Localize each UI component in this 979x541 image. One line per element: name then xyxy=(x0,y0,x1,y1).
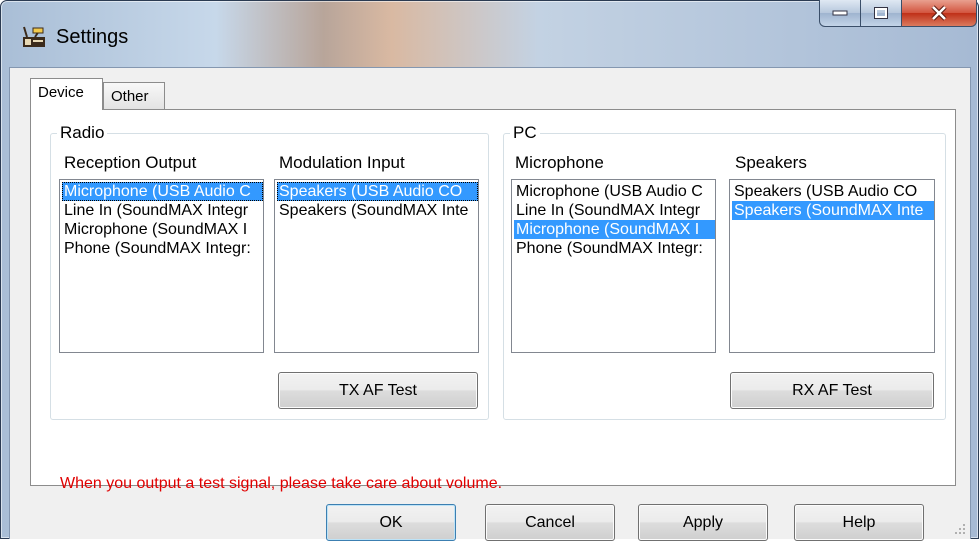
close-icon xyxy=(902,0,976,26)
window-title: Settings xyxy=(56,26,129,48)
reception-output-listbox[interactable]: Microphone (USB Audio C Line In (SoundMA… xyxy=(59,179,264,353)
list-item[interactable]: Microphone (SoundMAX I xyxy=(62,220,263,239)
pc-group-label: PC xyxy=(510,123,540,143)
apply-button[interactable]: Apply xyxy=(638,504,768,541)
microphone-label: Microphone xyxy=(515,153,604,172)
help-button[interactable]: Help xyxy=(794,504,924,541)
settings-window: Settings Device Other Radio Reception Ou… xyxy=(0,0,979,541)
speakers-label: Speakers xyxy=(735,153,807,172)
list-item[interactable]: Speakers (USB Audio CO xyxy=(277,182,478,201)
title-bar[interactable]: Settings xyxy=(1,0,978,67)
cancel-button[interactable]: Cancel xyxy=(485,504,615,541)
resize-grip-icon[interactable] xyxy=(954,523,966,535)
tab-device[interactable]: Device xyxy=(30,78,103,110)
rx-af-test-button[interactable]: RX AF Test xyxy=(730,372,934,409)
minimize-button[interactable] xyxy=(819,0,861,27)
volume-warning-text: When you output a test signal, please ta… xyxy=(60,475,503,492)
tx-af-test-button[interactable]: TX AF Test xyxy=(278,372,478,409)
list-item[interactable]: Microphone (SoundMAX I xyxy=(514,220,715,239)
list-item[interactable]: Phone (SoundMAX Integr: xyxy=(514,239,715,258)
minimize-icon xyxy=(820,0,860,26)
speakers-listbox[interactable]: Speakers (USB Audio CO Speakers (SoundMA… xyxy=(729,179,935,353)
modulation-input-listbox[interactable]: Speakers (USB Audio CO Speakers (SoundMA… xyxy=(274,179,479,353)
close-button[interactable] xyxy=(901,0,977,27)
modulation-input-label: Modulation Input xyxy=(279,153,405,172)
ok-button[interactable]: OK xyxy=(326,504,456,541)
list-item[interactable]: Line In (SoundMAX Integr xyxy=(514,201,715,220)
list-item[interactable]: Phone (SoundMAX Integr: xyxy=(62,239,263,258)
list-item[interactable]: Microphone (USB Audio C xyxy=(514,182,715,201)
microphone-listbox[interactable]: Microphone (USB Audio C Line In (SoundMA… xyxy=(511,179,716,353)
maximize-icon xyxy=(861,0,901,26)
app-icon xyxy=(23,26,45,47)
maximize-button[interactable] xyxy=(860,0,902,27)
tab-other[interactable]: Other xyxy=(103,82,165,109)
list-item[interactable]: Speakers (USB Audio CO xyxy=(732,182,934,201)
dialog-client-area: Device Other Radio Reception Output Micr… xyxy=(9,67,971,541)
reception-output-label: Reception Output xyxy=(64,153,197,172)
device-tab-panel: Radio Reception Output Microphone (USB A… xyxy=(30,109,956,492)
list-item[interactable]: Microphone (USB Audio C xyxy=(62,182,263,201)
radio-group-label: Radio xyxy=(57,123,108,143)
list-item[interactable]: Line In (SoundMAX Integr xyxy=(62,201,263,220)
list-item[interactable]: Speakers (SoundMAX Inte xyxy=(277,201,478,220)
list-item[interactable]: Speakers (SoundMAX Inte xyxy=(732,201,934,220)
